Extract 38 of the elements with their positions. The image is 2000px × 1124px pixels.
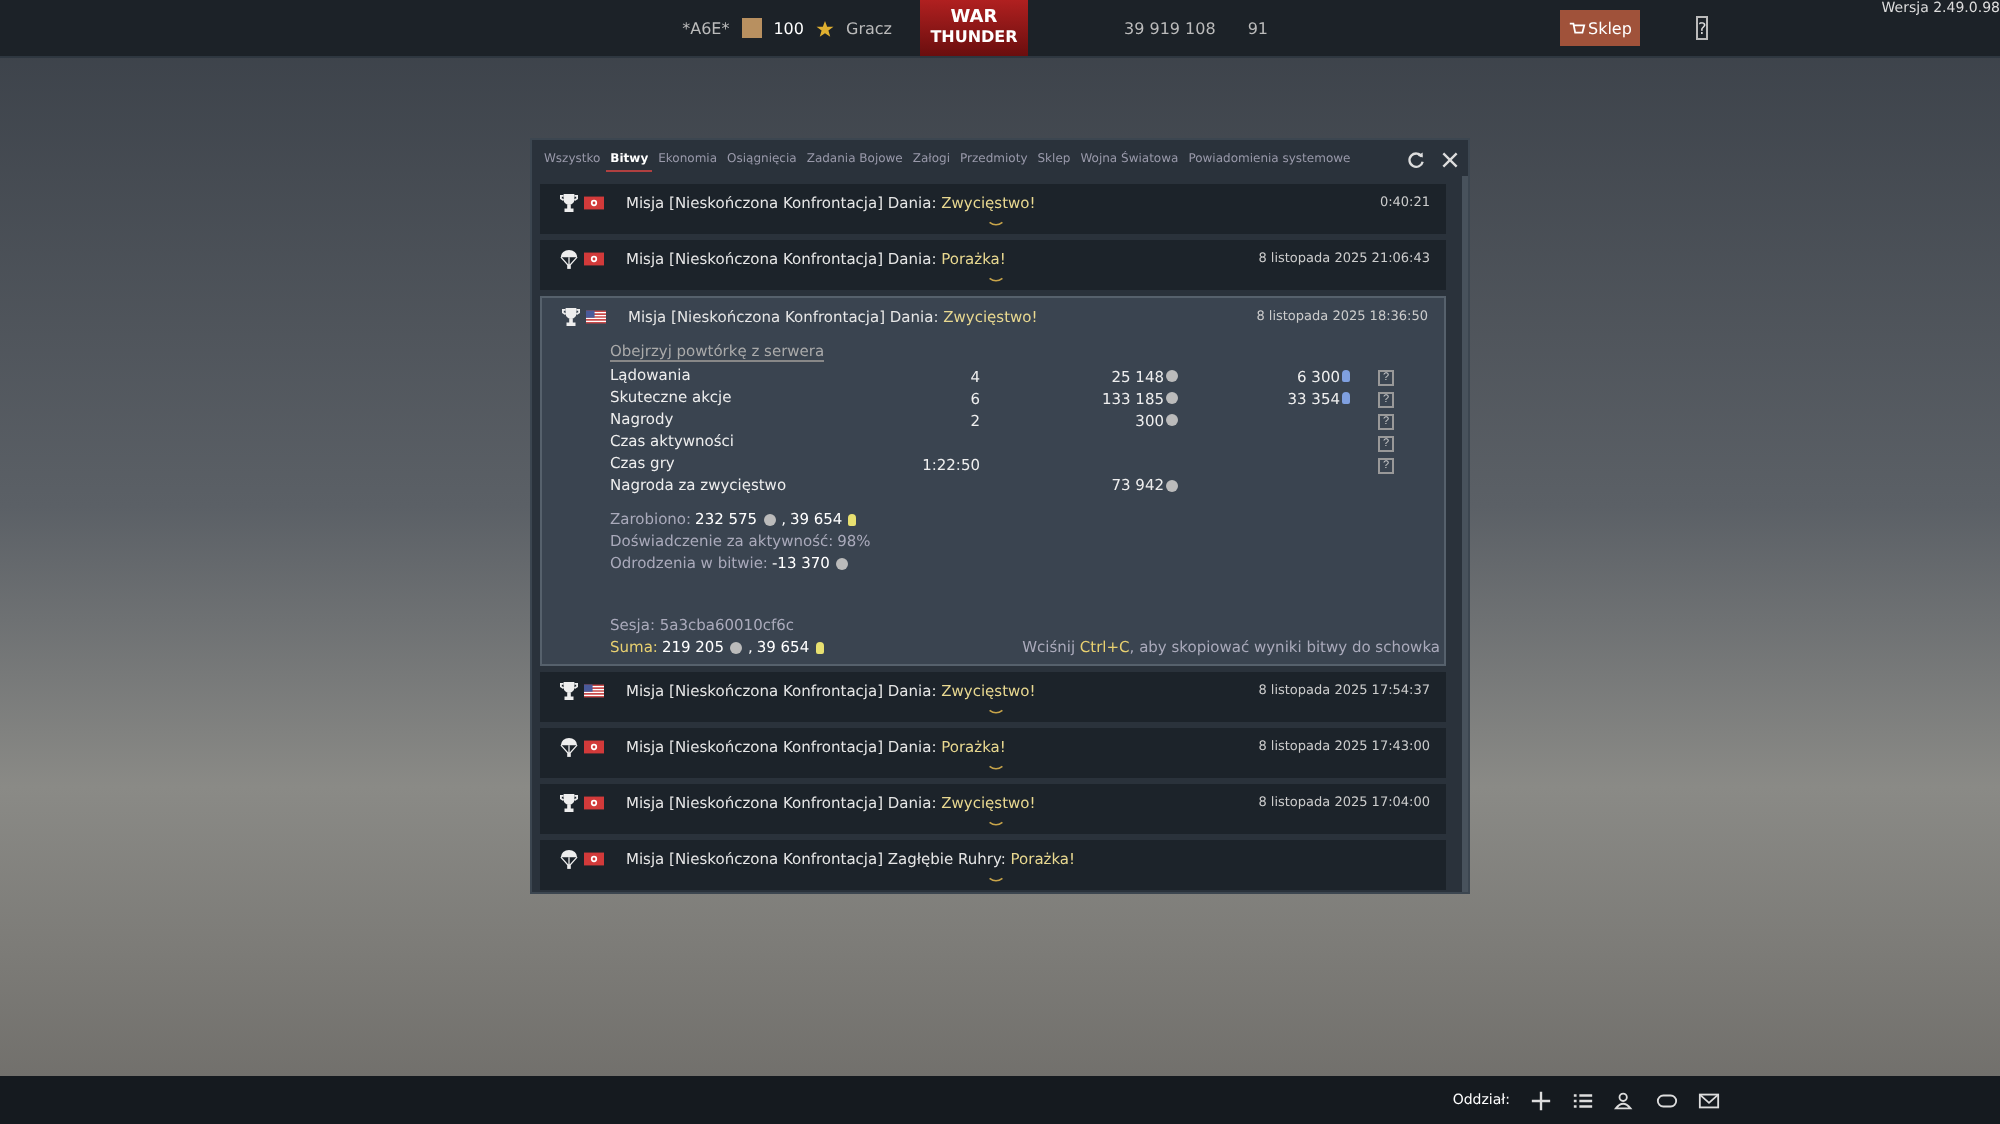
expand-chevron-icon[interactable] [987,876,1003,884]
squadron-tag: *A6E* [682,19,730,37]
coin-icon [729,641,742,653]
player-title: Gracz [846,19,892,37]
plus-icon[interactable] [1530,1089,1552,1111]
parachute-icon [560,735,578,757]
close-icon[interactable] [1440,150,1460,170]
expand-chevron-icon[interactable] [987,820,1003,828]
golden-eagles-amount: 91 [1247,19,1268,37]
mail-icon[interactable] [1698,1089,1720,1111]
coin-icon [1166,479,1178,491]
player-level: 100 [773,19,804,37]
shop-button[interactable]: Sklep [1560,10,1640,46]
research-bulb-icon [848,513,857,525]
list-icon[interactable] [1572,1089,1594,1111]
battle-entry[interactable] [540,296,1446,666]
avatar-icon[interactable] [741,18,762,38]
lions-balance: 39 919 108 [1124,19,1216,37]
cart-icon [1568,19,1586,37]
expand-chevron-icon[interactable] [987,220,1003,228]
chat-icon[interactable] [1656,1089,1678,1111]
parachute-icon [560,247,578,269]
star-icon [816,19,834,37]
trophy-icon [560,191,578,213]
game-logo[interactable]: WAR THUNDER [920,0,1028,56]
parachute-icon [560,847,578,869]
trophy-icon [560,679,578,701]
refresh-icon[interactable] [1406,150,1426,170]
coin-icon [763,513,776,525]
expand-chevron-icon[interactable] [987,708,1003,716]
trophy-icon [562,305,580,327]
contacts-icon[interactable] [1614,1089,1636,1111]
expand-chevron-icon[interactable] [987,764,1003,772]
coin-icon [835,557,848,569]
trophy-icon [560,791,578,813]
help-button[interactable]: ? [1695,16,1709,40]
expand-chevron-icon[interactable] [987,276,1003,284]
research-bulb-icon [815,641,824,653]
